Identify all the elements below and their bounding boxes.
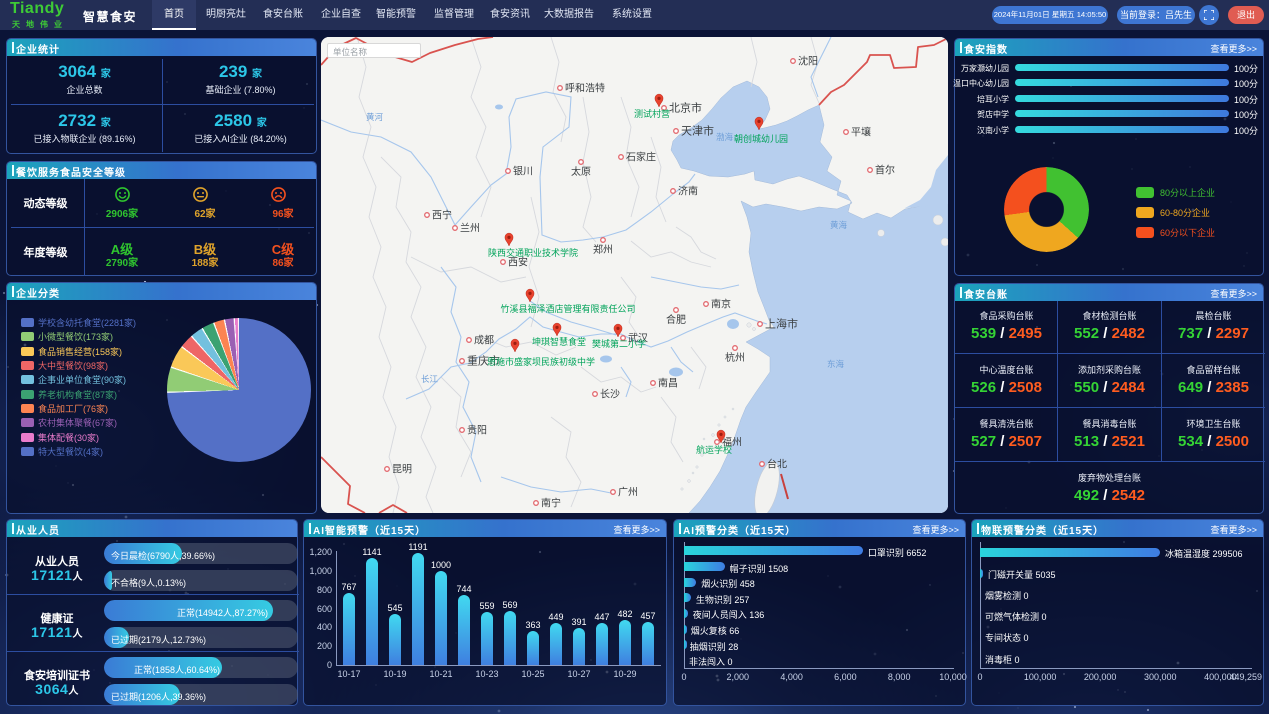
svg-text:沈阳: 沈阳 xyxy=(798,55,818,68)
svg-text:昆明: 昆明 xyxy=(392,464,412,476)
svg-text:南京: 南京 xyxy=(711,298,731,311)
svg-text:黄河: 黄河 xyxy=(366,112,384,122)
svg-text:黄海: 黄海 xyxy=(830,220,848,230)
svg-text:长沙: 长沙 xyxy=(600,389,620,401)
svg-text:首尔: 首尔 xyxy=(875,164,895,177)
svg-text:航运学校: 航运学校 xyxy=(696,444,732,455)
svg-text:朝创城幼儿园: 朝创城幼儿园 xyxy=(734,133,788,144)
svg-text:广州: 广州 xyxy=(618,487,638,499)
svg-text:西宁: 西宁 xyxy=(432,209,452,222)
svg-text:贵阳: 贵阳 xyxy=(467,424,487,437)
svg-text:北京市: 北京市 xyxy=(669,101,702,115)
svg-text:陕西交通职业技术学院: 陕西交通职业技术学院 xyxy=(488,247,578,258)
svg-text:平壤: 平壤 xyxy=(851,126,871,139)
svg-text:南昌: 南昌 xyxy=(658,377,678,390)
svg-text:台北: 台北 xyxy=(767,458,787,471)
svg-text:长江: 长江 xyxy=(421,374,439,384)
svg-text:坤琪智慧食堂: 坤琪智慧食堂 xyxy=(532,336,586,347)
svg-text:渤海: 渤海 xyxy=(716,132,734,142)
svg-text:兰州: 兰州 xyxy=(460,222,480,235)
svg-text:樊城第二小学: 樊城第二小学 xyxy=(592,338,646,349)
svg-text:呼和浩特: 呼和浩特 xyxy=(565,83,605,95)
svg-text:合肥: 合肥 xyxy=(666,313,686,326)
svg-text:测试村营: 测试村营 xyxy=(634,108,670,119)
svg-text:南宁: 南宁 xyxy=(541,497,561,510)
svg-text:银川: 银川 xyxy=(513,165,533,178)
svg-text:上海市: 上海市 xyxy=(765,317,798,331)
svg-text:成都: 成都 xyxy=(474,335,494,347)
svg-text:天津市: 天津市 xyxy=(681,124,714,138)
svg-text:竹溪县福泽酒店管理有限责任公司: 竹溪县福泽酒店管理有限责任公司 xyxy=(500,303,635,314)
svg-text:太原: 太原 xyxy=(571,165,591,178)
svg-text:东海: 东海 xyxy=(827,359,845,369)
svg-text:济南: 济南 xyxy=(678,185,698,198)
svg-text:杭州: 杭州 xyxy=(725,351,745,364)
svg-text:石家庄: 石家庄 xyxy=(626,151,656,164)
svg-text:恩施市盛家坝民族初级中学: 恩施市盛家坝民族初级中学 xyxy=(487,356,595,367)
svg-text:郑州: 郑州 xyxy=(593,243,613,256)
